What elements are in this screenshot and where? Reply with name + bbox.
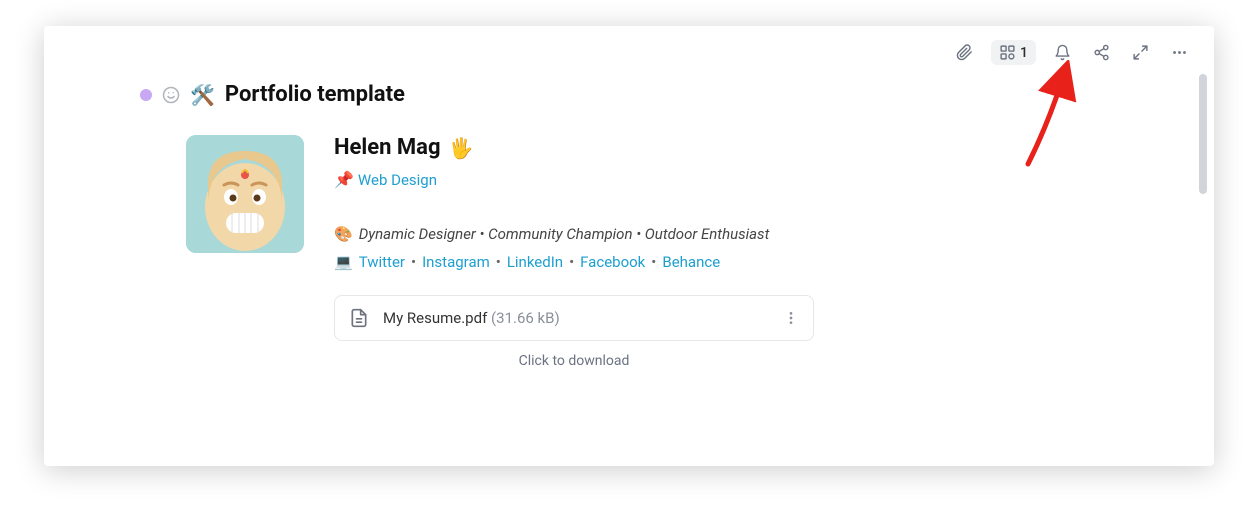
- name-row: Helen Mag 🖐️: [334, 135, 894, 160]
- palette-emoji: 🎨: [334, 225, 353, 243]
- content: 🛠️ Portfolio template: [44, 26, 1214, 369]
- file-name-text: My Resume.pdf: [383, 309, 487, 327]
- notifications-button[interactable]: [1050, 40, 1075, 65]
- file-menu-button[interactable]: [783, 310, 799, 326]
- apps-icon: [999, 44, 1016, 61]
- separator: •: [411, 253, 416, 271]
- attachment-button[interactable]: [952, 40, 977, 65]
- separator: •: [651, 253, 656, 271]
- bell-icon: [1054, 44, 1071, 61]
- toolbar: 1: [952, 40, 1192, 65]
- scrollbar[interactable]: [1198, 74, 1208, 456]
- ellipsis-icon: [1171, 44, 1188, 61]
- status-dot: [140, 89, 152, 101]
- file-attachment[interactable]: My Resume.pdf (31.66 kB): [334, 295, 814, 341]
- linked-count: 1: [1020, 45, 1028, 61]
- document-icon: [349, 308, 369, 328]
- social-row: 💻 Twitter • Instagram • LinkedIn • Faceb…: [334, 253, 894, 271]
- instagram-link[interactable]: Instagram: [422, 253, 490, 271]
- scrollbar-thumb[interactable]: [1199, 74, 1207, 194]
- profile-row: Helen Mag 🖐️ 📌 Web Design 🎨 Dynamic Desi…: [140, 135, 1214, 369]
- avatar[interactable]: [186, 135, 304, 253]
- smiley-icon[interactable]: [162, 86, 180, 104]
- linked-items-button[interactable]: 1: [991, 40, 1036, 65]
- modal-card: 1: [44, 26, 1214, 466]
- tagline-row: 🎨 Dynamic Designer • Community Champion …: [334, 225, 894, 243]
- page-title: Portfolio template: [225, 82, 405, 107]
- expand-button[interactable]: [1128, 40, 1153, 65]
- linkedin-link[interactable]: LinkedIn: [507, 253, 563, 271]
- title-emoji: 🛠️: [190, 83, 215, 107]
- pin-row: 📌 Web Design: [334, 170, 894, 189]
- wave-emoji: 🖐️: [449, 136, 474, 160]
- profile-info: Helen Mag 🖐️ 📌 Web Design 🎨 Dynamic Desi…: [334, 135, 894, 369]
- title-row: 🛠️ Portfolio template: [140, 82, 1214, 107]
- profile-name: Helen Mag: [334, 135, 441, 160]
- twitter-link[interactable]: Twitter: [359, 253, 405, 271]
- pin-emoji: 📌: [334, 170, 354, 189]
- laptop-emoji: 💻: [334, 253, 353, 271]
- behance-link[interactable]: Behance: [662, 253, 720, 271]
- share-button[interactable]: [1089, 40, 1114, 65]
- file-name: My Resume.pdf (31.66 kB): [383, 309, 560, 327]
- facebook-link[interactable]: Facebook: [580, 253, 645, 271]
- share-icon: [1093, 44, 1110, 61]
- category-link[interactable]: Web Design: [358, 171, 437, 189]
- tagline-text: Dynamic Designer • Community Champion • …: [359, 225, 770, 243]
- separator: •: [569, 253, 574, 271]
- separator: •: [496, 253, 501, 271]
- file-size: (31.66 kB): [491, 309, 560, 327]
- more-button[interactable]: [1167, 40, 1192, 65]
- paperclip-icon: [956, 44, 973, 61]
- download-hint: Click to download: [334, 353, 814, 369]
- expand-icon: [1132, 44, 1149, 61]
